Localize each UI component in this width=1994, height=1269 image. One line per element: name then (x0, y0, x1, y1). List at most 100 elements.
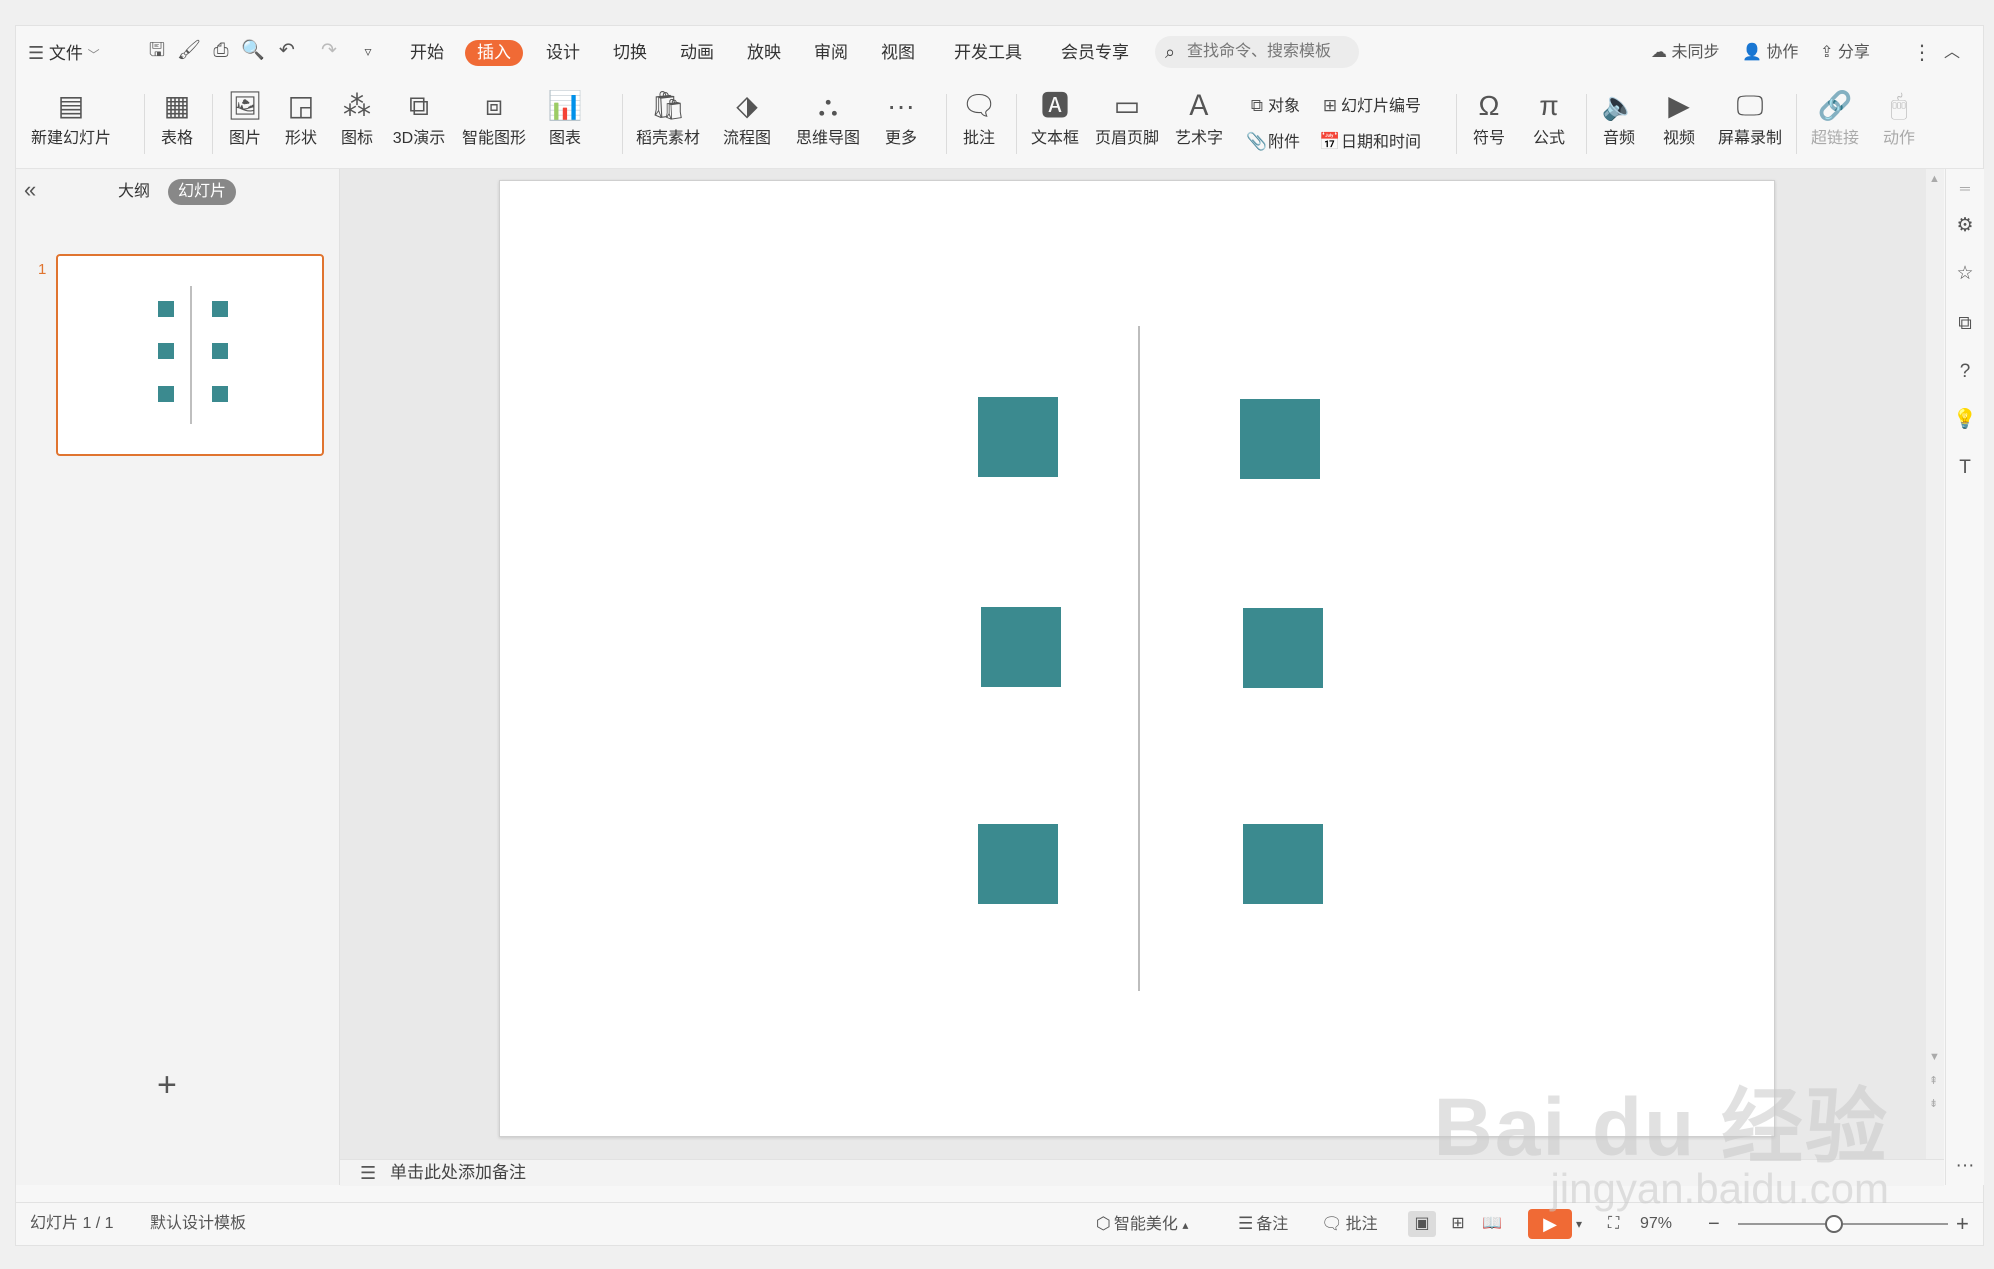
collab-button[interactable]: 👤 协作 (1742, 40, 1798, 66)
tab-design[interactable]: 设计 (546, 40, 580, 66)
print-preview-icon[interactable]: 🔍 (240, 38, 266, 64)
screen-record-button[interactable]: 🖵 屏幕录制 (1712, 84, 1788, 164)
right-sidebar: ═ ⚙ ☆ ⧉ ? 💡 T ··· (1945, 169, 1984, 1185)
add-slide-icon[interactable]: + (157, 1066, 177, 1105)
symbol-button[interactable]: Ω 符号 (1462, 84, 1516, 164)
textbox-button[interactable]: 🅰 文本框 (1022, 84, 1088, 164)
help-icon[interactable]: ? (1952, 359, 1978, 385)
shape-button[interactable]: ◲ 形状 (274, 84, 328, 164)
tab-developer[interactable]: 开发工具 (954, 40, 1022, 66)
table-label: 表格 (160, 130, 193, 147)
mindmap-label: 思维导图 (795, 130, 860, 147)
beautify-button[interactable]: ⬡ 智能美化 ▴ (1096, 1211, 1188, 1237)
tab-outline[interactable]: 大纲 (108, 179, 160, 205)
tab-view[interactable]: 视图 (881, 40, 915, 66)
header-footer-button[interactable]: ▭ 页眉页脚 (1092, 84, 1162, 164)
attachment-button[interactable]: 📎附件 (1246, 128, 1300, 156)
tab-home[interactable]: 开始 (410, 40, 444, 66)
save-icon[interactable]: 🖫 (144, 38, 170, 64)
normal-view-icon[interactable]: ▣ (1408, 1211, 1436, 1237)
undo-icon[interactable]: ↶ (274, 38, 300, 64)
more-dots-icon[interactable]: ··· (1952, 1153, 1978, 1179)
tab-member[interactable]: 会员专享 (1061, 40, 1129, 66)
notes-button[interactable]: ☰ 备注 (1238, 1211, 1288, 1237)
lightbulb-icon[interactable]: 💡 (1952, 407, 1978, 433)
hyperlink-button[interactable]: 🔗 超链接 (1802, 84, 1868, 164)
smart-graphic-button[interactable]: ⧈ 智能图形 (454, 84, 534, 164)
prev-slide-icon[interactable]: ⇞ (1929, 1074, 1938, 1087)
drag-handle-icon[interactable]: ═ (1952, 175, 1978, 201)
tab-slideshow[interactable]: 放映 (747, 40, 781, 66)
print-icon[interactable]: ⎙ (208, 38, 234, 64)
flowchart-button[interactable]: ⬗ 流程图 (712, 84, 782, 164)
tab-insert[interactable]: 插入 (465, 40, 523, 66)
mindmap-button[interactable]: ⛬ 思维导图 (786, 84, 870, 164)
tab-animation[interactable]: 动画 (680, 40, 714, 66)
sorter-view-icon[interactable]: ⊞ (1444, 1211, 1472, 1237)
material-button[interactable]: 🛍 稻壳素材 (628, 84, 708, 164)
zoom-slider[interactable] (1738, 1223, 1948, 1225)
collapse-panel-icon[interactable]: « (24, 177, 36, 203)
teal-square[interactable] (981, 607, 1061, 687)
ribbon-divider (1456, 94, 1457, 154)
teal-square[interactable] (1243, 824, 1323, 904)
zoom-out-icon[interactable]: − (1708, 1211, 1720, 1237)
file-menu[interactable]: ☰ 文件 ﹀ (28, 40, 100, 66)
zoom-level[interactable]: 97% (1640, 1211, 1672, 1237)
sync-button[interactable]: ☁ 未同步 (1651, 40, 1719, 66)
new-slide-button[interactable]: ▤ 新建幻灯片 (24, 84, 118, 164)
action-button[interactable]: 🖱 动作 (1872, 84, 1926, 164)
text-icon[interactable]: T (1952, 455, 1978, 481)
play-slideshow-button[interactable]: ▶ (1528, 1209, 1572, 1239)
vertical-scrollbar[interactable]: ▲ ▼ ⇞ ⇟ (1926, 169, 1944, 1159)
icons-icon: ⁂ (343, 90, 371, 121)
slides-icon[interactable]: ⧉ (1952, 311, 1978, 337)
tab-review[interactable]: 审阅 (814, 40, 848, 66)
table-button[interactable]: ▦ 表格 (150, 84, 204, 164)
object-button[interactable]: ⧉ 对象 (1246, 92, 1300, 120)
datetime-label: 日期和时间 (1341, 134, 1422, 151)
formula-button[interactable]: π 公式 (1522, 84, 1576, 164)
star-icon[interactable]: ☆ (1952, 261, 1978, 287)
vertical-divider-line[interactable] (1138, 326, 1140, 991)
customize-toolbar-icon[interactable]: ▿ (355, 38, 381, 64)
picture-button[interactable]: 🖼 图片 (218, 84, 272, 164)
scroll-down-icon[interactable]: ▼ (1929, 1051, 1940, 1063)
comments-button[interactable]: 🗨 批注 (1321, 1211, 1378, 1237)
comment-button[interactable]: 🗨 批注 (952, 84, 1006, 164)
share-button[interactable]: ⇪ 分享 (1820, 40, 1870, 66)
chart-button[interactable]: 📊 图表 (538, 84, 592, 164)
collapse-ribbon-icon[interactable]: ︿ (1944, 40, 1960, 66)
smart-graphic-label: 智能图形 (461, 130, 526, 147)
play-options-icon[interactable]: ▾ (1576, 1211, 1582, 1237)
teal-square[interactable] (978, 397, 1058, 477)
scroll-up-icon[interactable]: ▲ (1929, 173, 1940, 185)
reading-view-icon[interactable]: 📖 (1478, 1211, 1506, 1237)
fit-window-icon[interactable]: ⛶ (1608, 1211, 1619, 1237)
teal-square[interactable] (1243, 608, 1323, 688)
slide-number-button[interactable]: ⊞ 幻灯片编号 (1319, 92, 1421, 120)
icon-button[interactable]: ⁂ 图标 (330, 84, 384, 164)
3d-demo-button[interactable]: ⧉ 3D演示 (388, 84, 450, 164)
more-menu-icon[interactable]: ⋮ (1912, 40, 1932, 66)
search-input[interactable]: ⌕ 查找命令、搜索模板 (1155, 36, 1359, 68)
slide[interactable] (499, 180, 1775, 1137)
teal-square[interactable] (978, 824, 1058, 904)
properties-icon[interactable]: ⚙ (1952, 213, 1978, 239)
template-name[interactable]: 默认设计模板 (150, 1211, 246, 1237)
slide-thumbnail[interactable] (56, 254, 324, 456)
zoom-in-icon[interactable]: + (1956, 1211, 1969, 1237)
table-icon: ▦ (163, 90, 191, 121)
zoom-slider-knob[interactable] (1825, 1215, 1843, 1233)
tab-transition[interactable]: 切换 (613, 40, 647, 66)
tab-slides[interactable]: 幻灯片 (168, 179, 237, 205)
redo-icon[interactable]: ↷ (316, 38, 342, 64)
video-button[interactable]: ▶ 视频 (1652, 84, 1706, 164)
datetime-button[interactable]: 📅日期和时间 (1319, 128, 1421, 156)
teal-square[interactable] (1240, 399, 1320, 479)
more-button[interactable]: ··· 更多 (874, 84, 928, 164)
audio-button[interactable]: 🔈 音频 (1592, 84, 1646, 164)
format-painter-icon[interactable]: 🖌 (176, 38, 202, 64)
wordart-button[interactable]: Ａ 艺术字 (1166, 84, 1232, 164)
next-slide-icon[interactable]: ⇟ (1929, 1097, 1938, 1110)
